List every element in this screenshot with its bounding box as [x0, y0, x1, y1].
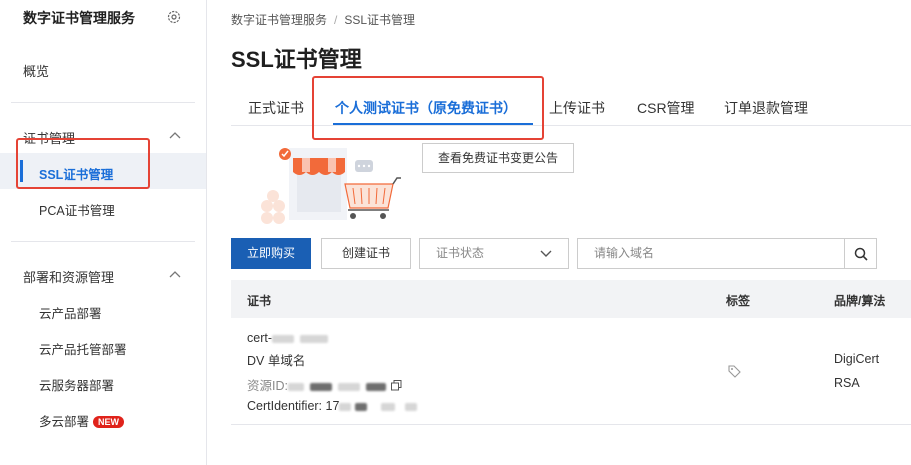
sidebar-divider: [11, 102, 195, 103]
tab-upload-cert[interactable]: 上传证书: [549, 98, 605, 118]
breadcrumb-root[interactable]: 数字证书管理服务: [231, 13, 327, 27]
search-button[interactable]: [844, 238, 877, 269]
sidebar-title: 数字证书管理服务: [23, 10, 135, 26]
breadcrumb: 数字证书管理服务 / SSL证书管理: [231, 11, 415, 28]
new-badge: NEW: [93, 416, 125, 428]
cert-status-select[interactable]: 证书状态: [419, 238, 569, 269]
search-input[interactable]: 请输入域名: [577, 238, 845, 269]
breadcrumb-separator: /: [334, 13, 338, 27]
column-header-cert: 证书: [247, 294, 272, 308]
create-cert-button[interactable]: 创建证书: [321, 238, 411, 269]
redacted-text: [365, 382, 386, 391]
tag-icon[interactable]: [728, 365, 741, 378]
redacted-text: [300, 334, 328, 343]
redacted-text: [272, 334, 294, 343]
redacted-text: [405, 402, 418, 411]
cert-name[interactable]: cert-: [247, 331, 328, 345]
column-header-brand: 品牌/算法: [834, 294, 886, 308]
page-title: SSL证书管理: [231, 47, 362, 72]
sidebar-divider: [11, 241, 195, 242]
row-divider: [231, 424, 911, 425]
cert-type: DV 单域名: [247, 354, 306, 368]
status-select-placeholder: 证书状态: [436, 246, 485, 260]
tab-csr[interactable]: CSR管理: [637, 98, 695, 118]
redacted-text: [309, 382, 332, 391]
chevron-up-icon[interactable]: [169, 131, 181, 139]
search-icon: [854, 247, 868, 261]
column-header-tags: 标签: [726, 294, 751, 308]
copy-icon[interactable]: [391, 380, 402, 391]
table-header: [231, 280, 911, 318]
sidebar-item-server-deploy[interactable]: 云服务器部署: [39, 375, 114, 394]
notice-button[interactable]: 查看免费证书变更公告: [422, 143, 574, 173]
cert-identifier-label: CertIdentifier: 17: [247, 399, 340, 413]
cert-name-prefix: cert-: [247, 331, 272, 345]
gear-icon[interactable]: [166, 9, 182, 25]
chevron-down-icon: [540, 250, 552, 257]
sidebar: 数字证书管理服务 概览 证书管理 SSL证书管理 PCA证书管理 部署和资源管理…: [0, 0, 207, 465]
redacted-text: [337, 382, 360, 391]
highlight-box: [312, 76, 544, 140]
cert-algorithm: RSA: [834, 376, 860, 390]
breadcrumb-current: SSL证书管理: [344, 13, 416, 27]
shop-illustration: [261, 148, 401, 224]
chevron-up-icon[interactable]: [169, 270, 181, 278]
redacted-text: [287, 382, 304, 391]
highlight-box: [16, 138, 150, 189]
main-content: 数字证书管理服务 / SSL证书管理 SSL证书管理 正式证书 个人测试证书（原免费…: [207, 0, 911, 465]
sidebar-group-deploy[interactable]: 部署和资源管理: [23, 267, 114, 286]
sidebar-item-pca[interactable]: PCA证书管理: [39, 200, 115, 219]
buy-button[interactable]: 立即购买: [231, 238, 311, 269]
sidebar-item-hosted-deploy[interactable]: 云产品托管部署: [39, 339, 127, 358]
sidebar-item-overview[interactable]: 概览: [23, 61, 49, 80]
resource-id-label: 资源ID:: [247, 379, 288, 393]
tab-refund[interactable]: 订单退款管理: [724, 98, 808, 118]
redacted-text: [355, 402, 368, 411]
tab-formal-cert[interactable]: 正式证书: [248, 98, 304, 118]
cert-identifier: CertIdentifier: 17: [247, 399, 418, 413]
resource-id: 资源ID:: [247, 375, 402, 394]
cert-brand: DigiCert: [834, 352, 880, 366]
sidebar-item-multicloud-deploy[interactable]: 多云部署 NEW: [39, 411, 125, 430]
sidebar-item-cloud-deploy[interactable]: 云产品部署: [39, 303, 102, 322]
redacted-text: [339, 402, 352, 411]
redacted-text: [381, 402, 396, 411]
sidebar-item-label: 多云部署: [39, 415, 90, 429]
